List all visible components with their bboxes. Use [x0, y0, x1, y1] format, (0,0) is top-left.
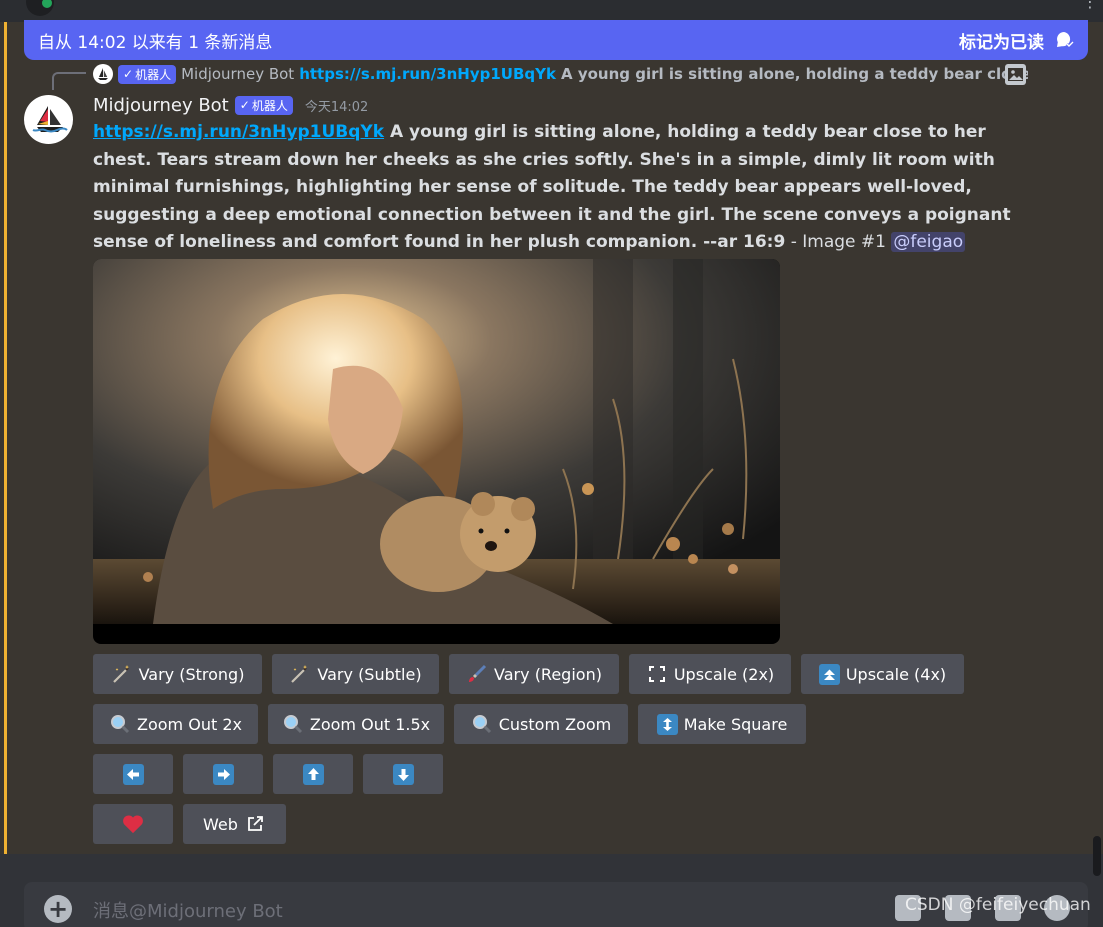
check-icon: ✓ — [123, 67, 134, 81]
user-mention[interactable]: @feigao — [891, 232, 966, 252]
zoom-out-2x-button[interactable]: Zoom Out 2x — [93, 704, 258, 744]
zoom-out-2x-label: Zoom Out 2x — [137, 714, 242, 734]
message-header: Midjourney Bot ✓ 机器人 今天14:02 — [93, 93, 368, 117]
heart-icon — [122, 813, 144, 835]
generated-image[interactable] — [93, 259, 780, 624]
up-down-arrow-icon — [656, 713, 678, 735]
magic-wand-icon — [111, 663, 133, 685]
mark-as-read-label: 标记为已读 — [959, 32, 1044, 53]
check-icon: ✓ — [239, 98, 250, 112]
custom-zoom-label: Custom Zoom — [498, 714, 612, 734]
expand-icon — [646, 663, 668, 685]
mark-read-icon — [1054, 30, 1074, 50]
zoom-out-1-5x-label: Zoom Out 1.5x — [309, 714, 431, 734]
vary-subtle-label: Vary (Subtle) — [317, 664, 422, 684]
upscale-4x-button[interactable]: Upscale (4x) — [801, 654, 964, 694]
bot-tag: ✓ 机器人 — [234, 95, 293, 115]
vary-region-button[interactable]: Vary (Region) — [449, 654, 619, 694]
timestamp: 今天14:02 — [304, 99, 369, 115]
bot-tag: ✓ 机器人 — [118, 64, 177, 84]
new-messages-text[interactable]: 自从 14:02 以来有 1 条新消息 — [38, 28, 272, 53]
image-icon — [1005, 64, 1026, 85]
up-arrow-icon — [302, 763, 324, 785]
prompt-link[interactable]: https://s.mj.run/3nHyp1UBqYk — [93, 122, 384, 142]
left-arrow-icon — [122, 763, 144, 785]
reply-author[interactable]: Midjourney Bot — [181, 65, 294, 83]
author-name[interactable]: Midjourney Bot — [93, 95, 229, 116]
upscale-2x-label: Upscale (2x) — [673, 664, 775, 684]
upscale-4x-label: Upscale (4x) — [845, 664, 947, 684]
custom-zoom-button[interactable]: Custom Zoom — [454, 704, 628, 744]
vary-strong-label: Vary (Strong) — [138, 664, 245, 684]
bot-avatar[interactable] — [24, 95, 73, 144]
scrollbar-thumb[interactable] — [1093, 836, 1101, 876]
add-attachment-icon[interactable]: + — [44, 895, 72, 923]
mark-as-read-button[interactable]: 标记为已读 — [959, 28, 1074, 53]
favorite-button[interactable] — [93, 804, 173, 844]
vary-region-label: Vary (Region) — [494, 664, 602, 684]
bot-tag-label: 机器人 — [135, 67, 172, 82]
mention-highlight-bar — [4, 22, 7, 854]
vary-strong-button[interactable]: Vary (Strong) — [93, 654, 262, 694]
image-suffix: - Image #1 — [785, 232, 892, 252]
paintbrush-icon — [466, 663, 488, 685]
sailboat-logo-icon — [32, 105, 68, 132]
double-up-arrow-icon — [818, 663, 840, 685]
pan-left-button[interactable] — [93, 754, 173, 794]
make-square-button[interactable]: Make Square — [638, 704, 806, 744]
reply-avatar — [93, 64, 113, 84]
reply-preview[interactable]: ✓ 机器人 Midjourney Bot https://s.mj.run/3nH… — [93, 63, 1028, 85]
reply-text[interactable]: A young girl is sitting alone, holding a… — [561, 65, 1028, 83]
reply-link[interactable]: https://s.mj.run/3nHyp1UBqYk — [299, 65, 556, 83]
vary-subtle-button[interactable]: Vary (Subtle) — [272, 654, 439, 694]
bot-tag-label: 机器人 — [251, 98, 288, 113]
upscale-2x-button[interactable]: Upscale (2x) — [629, 654, 791, 694]
web-link-button[interactable]: Web — [183, 804, 286, 844]
web-label: Web — [203, 814, 238, 834]
magnifier-icon — [282, 713, 304, 735]
down-arrow-icon — [392, 763, 414, 785]
make-square-label: Make Square — [683, 714, 788, 734]
new-messages-banner[interactable]: 自从 14:02 以来有 1 条新消息 标记为已读 — [24, 20, 1088, 60]
top-strip — [0, 0, 1103, 22]
more-icon[interactable]: ⋮ — [1082, 0, 1098, 11]
external-link-icon — [244, 813, 266, 835]
magnifier-icon — [471, 713, 493, 735]
message-input[interactable]: 消息@Midjourney Bot — [93, 897, 283, 923]
message-content: https://s.mj.run/3nHyp1UBqYk A young gir… — [93, 119, 1023, 257]
reply-connector — [52, 72, 86, 90]
sailboat-icon — [98, 68, 108, 80]
pan-right-button[interactable] — [183, 754, 263, 794]
pan-up-button[interactable] — [273, 754, 353, 794]
zoom-out-1-5x-button[interactable]: Zoom Out 1.5x — [268, 704, 444, 744]
watermark: CSDN @feifeiyechuan — [905, 895, 1091, 915]
magic-wand-icon — [289, 663, 311, 685]
pan-down-button[interactable] — [363, 754, 443, 794]
generated-image-attachment[interactable] — [93, 259, 780, 644]
magnifier-icon — [109, 713, 131, 735]
right-arrow-icon — [212, 763, 234, 785]
